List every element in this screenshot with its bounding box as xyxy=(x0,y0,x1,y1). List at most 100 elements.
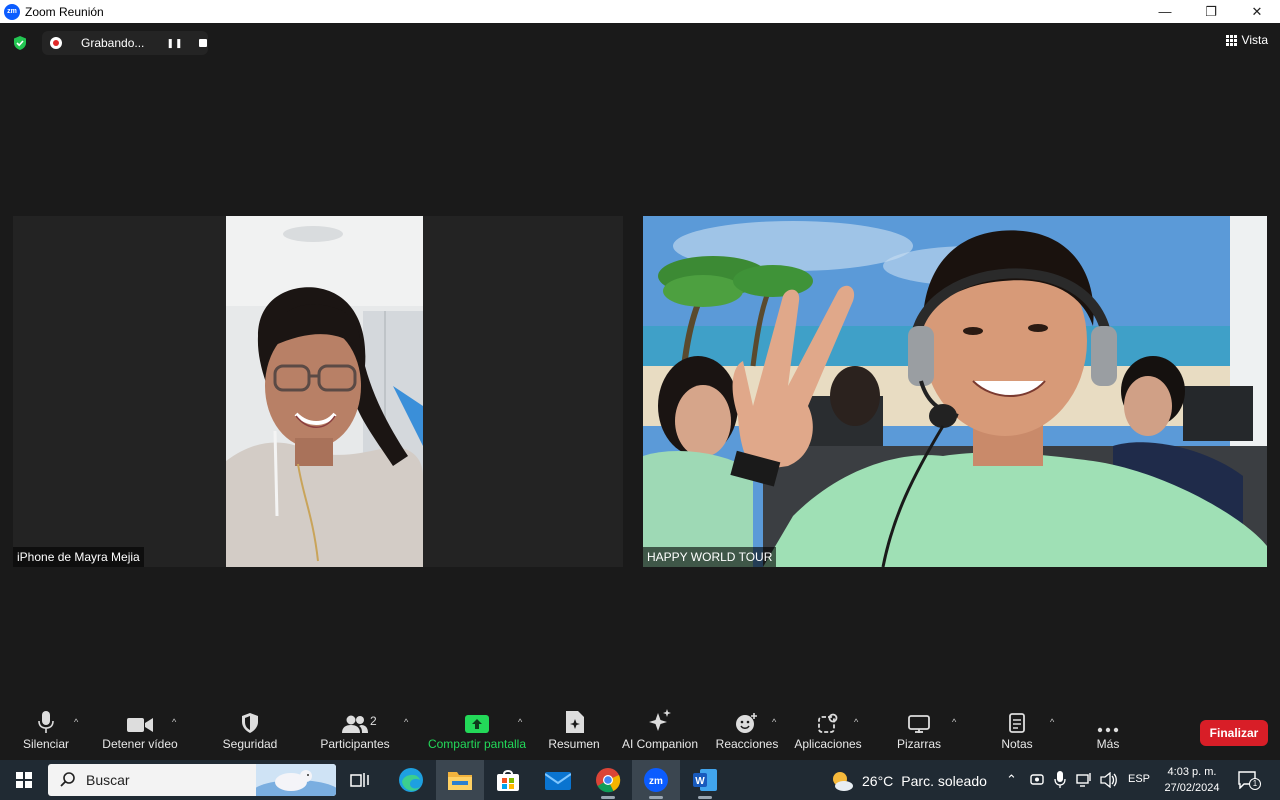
partly-sunny-icon xyxy=(833,772,853,791)
taskbar-clock[interactable]: 4:03 p. m. 27/02/2024 xyxy=(1160,764,1224,796)
notes-options-caret-icon[interactable]: ^ xyxy=(1050,717,1054,727)
tray-chevron-up-icon[interactable]: ⌃ xyxy=(1006,772,1017,788)
video-options-caret-icon[interactable]: ^ xyxy=(172,717,176,727)
mute-button[interactable]: Silenciar xyxy=(22,703,70,760)
notes-label: Notas xyxy=(1001,737,1033,751)
share-screen-label: Compartir pantalla xyxy=(427,737,527,751)
store-bag-icon xyxy=(497,770,519,791)
taskbar-mail[interactable] xyxy=(534,760,582,800)
taskbar-search-box[interactable]: Buscar xyxy=(48,764,336,796)
mail-envelope-icon xyxy=(545,772,571,790)
share-screen-button[interactable]: Compartir pantalla xyxy=(426,703,528,760)
stop-video-button[interactable]: Detener vídeo xyxy=(100,703,180,760)
pause-recording-icon[interactable]: ❚❚ xyxy=(166,38,183,49)
whiteboards-label: Pizarras xyxy=(896,737,941,751)
zoom-app-icon: zm xyxy=(4,3,20,20)
participant-video-tile[interactable]: HAPPY WORLD TOUR xyxy=(643,216,1267,567)
audio-options-caret-icon[interactable]: ^ xyxy=(74,717,78,727)
whiteboards-button[interactable]: Pizarras xyxy=(894,703,944,760)
apps-label: Aplicaciones xyxy=(794,737,862,751)
windows-start-icon[interactable] xyxy=(16,772,32,788)
participants-label: Participantes xyxy=(320,737,390,751)
mute-label: Silenciar xyxy=(22,737,70,751)
more-label: Más xyxy=(1096,737,1120,751)
volume-icon[interactable] xyxy=(1100,772,1118,788)
ai-companion-label: AI Companion xyxy=(621,737,699,751)
whiteboards-options-caret-icon[interactable]: ^ xyxy=(952,717,956,727)
participant-name-tag: HAPPY WORLD TOUR xyxy=(643,547,777,567)
zoom-app-icon: zm xyxy=(644,768,668,792)
notes-button[interactable]: Notas xyxy=(998,703,1036,760)
notes-icon xyxy=(1009,713,1025,733)
task-view-button[interactable] xyxy=(336,760,384,800)
meeting-toolbar: Silenciar ^ Detener vídeo ^ Seguridad Pa… xyxy=(0,703,1280,760)
network-icon[interactable] xyxy=(1076,772,1094,788)
clock-date: 27/02/2024 xyxy=(1164,782,1220,794)
weather-description: Parc. soleado xyxy=(901,773,987,789)
close-button[interactable]: ✕ xyxy=(1234,0,1280,23)
apps-button[interactable]: Aplicaciones xyxy=(794,703,862,760)
word-document-icon: W xyxy=(693,769,717,791)
meeting-top-bar: Grabando... ❚❚ Vista xyxy=(0,23,1280,63)
security-label: Seguridad xyxy=(222,737,278,751)
microphone-icon xyxy=(38,711,54,733)
stop-recording-icon[interactable] xyxy=(199,39,208,47)
whiteboard-icon xyxy=(908,715,930,733)
clock-time: 4:03 p. m. xyxy=(1167,766,1217,778)
weather-temperature: 26°C xyxy=(862,773,894,789)
task-view-icon xyxy=(350,773,369,787)
security-shield-icon xyxy=(242,713,258,733)
grid-icon xyxy=(1225,34,1237,46)
weather-widget[interactable]: 26°C Parc. soleado xyxy=(830,770,987,792)
taskbar-file-explorer[interactable] xyxy=(436,760,484,800)
ai-companion-button[interactable]: AI Companion xyxy=(620,703,700,760)
share-options-caret-icon[interactable]: ^ xyxy=(518,717,522,727)
reactions-options-caret-icon[interactable]: ^ xyxy=(772,717,776,727)
camera-tray-icon[interactable] xyxy=(1030,772,1044,788)
svg-text:zm: zm xyxy=(649,776,663,787)
participant-video-tile[interactable]: iPhone de Mayra Mejia xyxy=(13,216,623,567)
notification-count-badge: 1 xyxy=(1249,778,1261,790)
chrome-browser-icon xyxy=(596,768,621,793)
restore-button[interactable]: ❐ xyxy=(1188,0,1234,23)
window-controls: — ❐ ✕ xyxy=(1142,0,1280,23)
microphone-tray-icon[interactable] xyxy=(1054,771,1066,789)
view-label: Vista xyxy=(1241,33,1268,47)
search-highlight-illustration-icon xyxy=(256,764,336,796)
participants-icon xyxy=(342,715,368,733)
security-button[interactable]: Seguridad xyxy=(222,703,278,760)
participants-count-badge: 2 xyxy=(370,714,377,728)
folder-icon xyxy=(448,772,472,790)
stop-video-label: Detener vídeo xyxy=(102,737,178,751)
summary-button[interactable]: Resumen xyxy=(546,703,602,760)
taskbar-zoom[interactable]: zm xyxy=(632,760,680,800)
taskbar-edge[interactable] xyxy=(387,760,435,800)
reactions-button[interactable]: Reacciones xyxy=(716,703,778,760)
svg-text:W: W xyxy=(695,776,705,787)
more-button[interactable]: Más xyxy=(1088,703,1128,760)
encryption-shield-icon[interactable] xyxy=(12,35,28,51)
minimize-button[interactable]: — xyxy=(1142,0,1188,23)
participants-options-caret-icon[interactable]: ^ xyxy=(404,717,408,727)
taskbar-chrome[interactable] xyxy=(584,760,632,800)
recording-label: Grabando... xyxy=(81,36,145,50)
participants-button[interactable]: Participantes xyxy=(320,703,390,760)
notification-center-button[interactable]: 1 xyxy=(1238,771,1261,790)
sparkle-icon xyxy=(649,709,671,731)
participant-video xyxy=(643,216,1267,567)
taskbar-word[interactable]: W xyxy=(681,760,729,800)
taskbar-store[interactable] xyxy=(484,760,532,800)
summary-document-icon xyxy=(566,711,584,733)
view-button[interactable]: Vista xyxy=(1225,33,1268,47)
apps-options-caret-icon[interactable]: ^ xyxy=(854,717,858,727)
recording-indicator: Grabando... ❚❚ xyxy=(42,31,208,55)
more-dots-icon xyxy=(1097,727,1119,733)
search-icon xyxy=(60,772,75,787)
apps-icon xyxy=(818,713,838,733)
search-placeholder: Buscar xyxy=(86,772,130,788)
input-language[interactable]: ESP xyxy=(1128,773,1150,785)
emoji-reaction-icon xyxy=(736,713,757,733)
end-meeting-button[interactable]: Finalizar xyxy=(1200,720,1268,746)
summary-label: Resumen xyxy=(548,737,600,751)
windows-taskbar: Buscar zm W 26°C Parc. soleado ⌃ ESP 4:0… xyxy=(0,760,1280,800)
